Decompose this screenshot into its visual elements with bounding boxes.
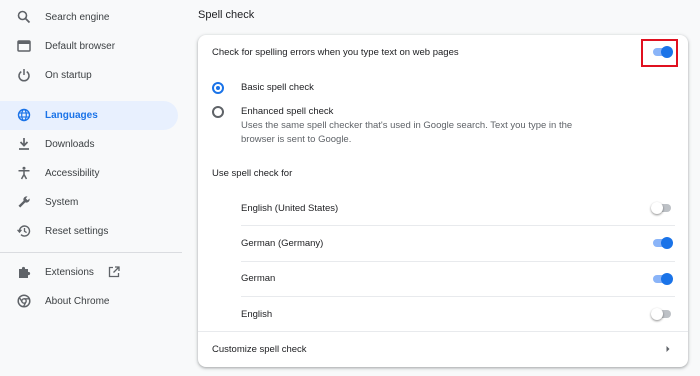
power-icon: [17, 68, 31, 82]
sidebar-item-accessibility[interactable]: Accessibility: [0, 159, 178, 188]
search-icon: [17, 10, 31, 24]
row-divider: [241, 225, 675, 226]
settings-sidebar: Search engine Default browser On startup…: [0, 0, 186, 376]
row-divider: [241, 261, 675, 262]
sidebar-item-label: Downloads: [45, 139, 95, 150]
enhanced-spell-check-radio[interactable]: [212, 106, 224, 118]
language-toggle-english[interactable]: [651, 307, 673, 321]
sidebar-item-downloads[interactable]: Downloads: [0, 130, 178, 159]
wrench-icon: [17, 195, 31, 209]
highlight-box: [641, 39, 678, 67]
toggle-knob: [651, 202, 663, 214]
browser-window-icon: [17, 39, 31, 53]
toggle-knob: [661, 237, 673, 249]
language-toggle-german-germany[interactable]: [651, 236, 673, 250]
language-name: German (Germany): [241, 238, 324, 249]
sidebar-item-languages[interactable]: Languages: [0, 101, 178, 130]
chevron-right-icon: [664, 345, 672, 353]
sidebar-item-label: About Chrome: [45, 296, 110, 307]
use-spell-check-for-label: Use spell check for: [212, 168, 293, 179]
language-name: English: [241, 309, 273, 320]
section-title: Spell check: [198, 9, 255, 21]
language-name: German: [241, 273, 276, 284]
toggle-knob: [661, 273, 673, 285]
basic-spell-check-radio[interactable]: [212, 82, 224, 94]
sidebar-item-default-browser[interactable]: Default browser: [0, 32, 178, 61]
sidebar-item-label: Search engine: [45, 12, 110, 23]
sidebar-item-label: Extensions: [45, 267, 94, 278]
enhanced-spell-check-description-line: Uses the same spell checker that's used …: [241, 120, 573, 131]
enhanced-spell-check-description-line: browser is sent to Google.: [241, 134, 352, 145]
customize-spell-check-row[interactable]: [198, 332, 688, 367]
basic-spell-check-label: Basic spell check: [241, 82, 314, 93]
enhanced-spell-check-label: Enhanced spell check: [241, 106, 334, 117]
puzzle-icon: [17, 265, 31, 279]
sidebar-item-search-engine[interactable]: Search engine: [0, 3, 178, 32]
chrome-icon: [17, 294, 31, 308]
sidebar-item-system[interactable]: System: [0, 188, 178, 217]
sidebar-item-label: On startup: [45, 70, 92, 81]
sidebar-divider: [0, 252, 182, 253]
language-name: English (United States): [241, 203, 339, 214]
sidebar-item-extensions[interactable]: Extensions: [0, 258, 178, 287]
globe-icon: [17, 108, 31, 122]
sidebar-item-on-startup[interactable]: On startup: [0, 61, 178, 90]
restore-icon: [17, 224, 31, 238]
sidebar-item-label: Reset settings: [45, 226, 109, 237]
external-link-icon: [108, 266, 120, 278]
toggle-knob: [651, 308, 663, 320]
spell-check-toggle-label: Check for spelling errors when you type …: [212, 47, 459, 58]
accessibility-icon: [17, 166, 31, 180]
row-divider: [241, 296, 675, 297]
sidebar-item-label: System: [45, 197, 79, 208]
sidebar-item-reset-settings[interactable]: Reset settings: [0, 217, 178, 246]
sidebar-item-about-chrome[interactable]: About Chrome: [0, 287, 178, 316]
sidebar-item-label: Default browser: [45, 41, 116, 52]
language-toggle-english-us[interactable]: [651, 201, 673, 215]
download-icon: [17, 137, 31, 151]
language-toggle-german[interactable]: [651, 272, 673, 286]
sidebar-item-label: Languages: [45, 110, 98, 121]
spell-check-card: Check for spelling errors when you type …: [198, 35, 688, 367]
sidebar-item-label: Accessibility: [45, 168, 100, 179]
